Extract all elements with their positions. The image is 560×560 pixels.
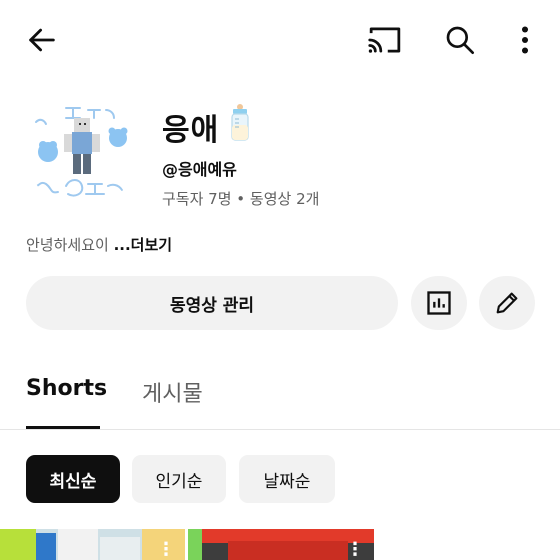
baby-bottle-icon [225, 103, 255, 151]
channel-name: 응애 [162, 104, 255, 150]
pencil-icon[interactable] [479, 276, 535, 330]
shorts-thumbnail[interactable]: ⋮ [0, 529, 185, 560]
more-link[interactable]: ...더보기 [114, 236, 173, 254]
tab-shorts[interactable]: Shorts [26, 376, 107, 401]
channel-description[interactable]: 안녕하세요이 ...더보기 [26, 234, 172, 255]
chip-latest[interactable]: 최신순 [26, 455, 120, 503]
shorts-more-icon[interactable]: ⋮ [346, 541, 364, 559]
tab-posts[interactable]: 게시물 [142, 376, 203, 408]
bar-chart-icon[interactable] [411, 276, 467, 330]
channel-handle: @응애예유 [162, 160, 237, 179]
channel-avatar[interactable] [26, 96, 138, 208]
top-app-bar [0, 0, 560, 76]
more-vertical-icon[interactable] [508, 20, 542, 60]
manage-videos-button[interactable]: 동영상 관리 [26, 276, 398, 330]
avatar-icon [31, 107, 128, 197]
channel-stats: 구독자 7명 • 동영상 2개 [162, 190, 320, 208]
channel-name-text: 응애 [162, 113, 220, 148]
search-icon[interactable] [440, 20, 480, 60]
description-text: 안녕하세요이 [26, 236, 114, 254]
arrow-left-icon[interactable] [22, 20, 62, 60]
chip-popular[interactable]: 인기순 [132, 455, 226, 503]
chip-date[interactable]: 날짜순 [239, 455, 335, 503]
channel-tabs: Shorts 게시물 [0, 360, 560, 430]
shorts-more-icon[interactable]: ⋮ [157, 541, 175, 559]
tab-selected-indicator [26, 426, 100, 429]
shorts-thumbnail[interactable]: ⋮ [188, 529, 374, 560]
cast-icon[interactable] [364, 20, 406, 60]
